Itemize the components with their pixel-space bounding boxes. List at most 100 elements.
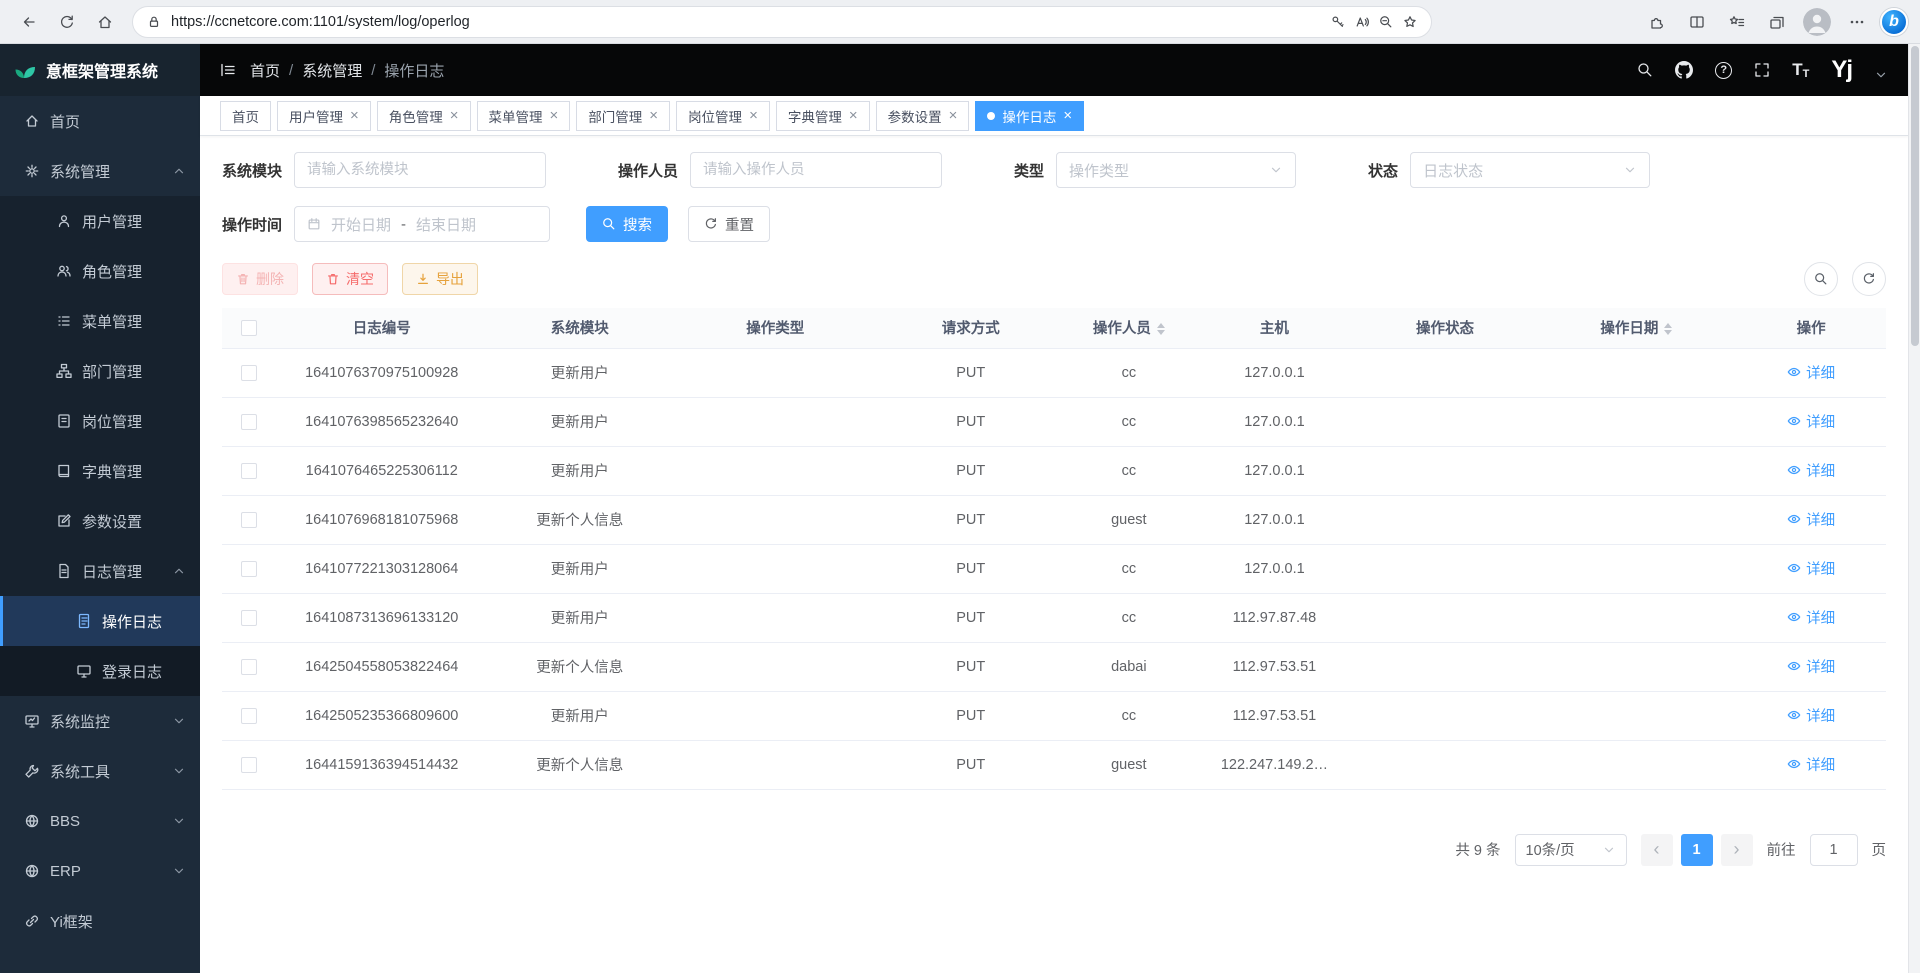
select-all-checkbox[interactable] bbox=[241, 320, 257, 336]
sidebar-item-system-management[interactable]: 系统管理 bbox=[0, 146, 200, 196]
reload-button[interactable] bbox=[50, 5, 84, 39]
close-icon[interactable]: × bbox=[949, 108, 958, 123]
row-checkbox[interactable] bbox=[241, 365, 257, 381]
close-icon[interactable]: × bbox=[849, 108, 858, 123]
row-checkbox[interactable] bbox=[241, 463, 257, 479]
sidebar-item-user-management[interactable]: 用户管理 bbox=[0, 196, 200, 246]
sidebar-item-home[interactable]: 首页 bbox=[0, 96, 200, 146]
address-bar[interactable]: https://ccnetcore.com:1101/system/log/op… bbox=[132, 6, 1432, 38]
tab-role-management[interactable]: 角色管理× bbox=[377, 101, 471, 131]
tab-dict-management[interactable]: 字典管理× bbox=[776, 101, 870, 131]
row-checkbox[interactable] bbox=[241, 414, 257, 430]
row-checkbox[interactable] bbox=[241, 561, 257, 577]
prev-page-button[interactable]: ‹ bbox=[1641, 834, 1673, 866]
window-scrollbar[interactable] bbox=[1908, 44, 1920, 973]
tab-post-management[interactable]: 岗位管理× bbox=[676, 101, 770, 131]
page-number-1[interactable]: 1 bbox=[1681, 834, 1713, 866]
reset-button[interactable]: 重置 bbox=[688, 206, 770, 242]
app-logo[interactable]: 意框架管理系统 bbox=[0, 44, 200, 96]
row-checkbox[interactable] bbox=[241, 659, 257, 675]
refresh-table-button[interactable] bbox=[1852, 262, 1886, 296]
detail-link[interactable]: 详细 bbox=[1787, 705, 1835, 726]
menu-fold-icon[interactable] bbox=[220, 62, 236, 78]
detail-link[interactable]: 详细 bbox=[1787, 509, 1835, 530]
goto-page-input[interactable] bbox=[1810, 834, 1858, 866]
operator-input[interactable] bbox=[690, 152, 942, 188]
fullscreen-icon[interactable] bbox=[1754, 62, 1770, 78]
detail-link[interactable]: 详细 bbox=[1787, 656, 1835, 677]
github-icon[interactable] bbox=[1675, 61, 1693, 79]
delete-button[interactable]: 删除 bbox=[222, 263, 298, 295]
module-input[interactable] bbox=[294, 152, 546, 188]
detail-link[interactable]: 详细 bbox=[1787, 607, 1835, 628]
sort-icons[interactable] bbox=[1157, 323, 1165, 335]
tab-param-settings[interactable]: 参数设置× bbox=[876, 101, 970, 131]
sidebar-item-system-tools[interactable]: 系统工具 bbox=[0, 746, 200, 796]
col-operator[interactable]: 操作人员 bbox=[1062, 308, 1195, 348]
settings-more-icon[interactable] bbox=[1840, 5, 1874, 39]
sidebar-item-system-monitor[interactable]: 系统监控 bbox=[0, 696, 200, 746]
detail-link[interactable]: 详细 bbox=[1787, 754, 1835, 775]
sidebar-item-department-management[interactable]: 部门管理 bbox=[0, 346, 200, 396]
breadcrumb-home[interactable]: 首页 bbox=[250, 60, 280, 81]
extensions-icon[interactable] bbox=[1640, 5, 1674, 39]
sidebar-item-operation-log[interactable]: 操作日志 bbox=[0, 596, 200, 646]
sidebar-item-menu-management[interactable]: 菜单管理 bbox=[0, 296, 200, 346]
toggle-search-button[interactable] bbox=[1804, 262, 1838, 296]
sort-icons[interactable] bbox=[1664, 323, 1672, 335]
collections-icon[interactable] bbox=[1760, 5, 1794, 39]
chevron-down-icon[interactable] bbox=[1874, 68, 1888, 82]
url-text[interactable]: https://ccnetcore.com:1101/system/log/op… bbox=[171, 14, 1321, 30]
profile-avatar[interactable] bbox=[1800, 5, 1834, 39]
copilot-bing-icon[interactable]: b bbox=[1880, 8, 1908, 36]
breadcrumb-system[interactable]: 系统管理 bbox=[302, 60, 362, 81]
sidebar-item-param-settings[interactable]: 参数设置 bbox=[0, 496, 200, 546]
tab-operation-log[interactable]: 操作日志× bbox=[975, 101, 1084, 131]
detail-link[interactable]: 详细 bbox=[1787, 362, 1835, 383]
sidebar-item-role-management[interactable]: 角色管理 bbox=[0, 246, 200, 296]
tab-user-management[interactable]: 用户管理× bbox=[277, 101, 371, 131]
search-icon[interactable] bbox=[1637, 62, 1653, 78]
tab-department-management[interactable]: 部门管理× bbox=[576, 101, 670, 131]
sidebar-item-login-log[interactable]: 登录日志 bbox=[0, 646, 200, 696]
home-button[interactable] bbox=[88, 5, 122, 39]
tab-menu-management[interactable]: 菜单管理× bbox=[477, 101, 571, 131]
sidebar-item-erp[interactable]: ERP bbox=[0, 846, 200, 896]
row-checkbox[interactable] bbox=[241, 708, 257, 724]
row-checkbox[interactable] bbox=[241, 512, 257, 528]
clear-button[interactable]: 清空 bbox=[312, 263, 388, 295]
favorites-bar-icon[interactable] bbox=[1720, 5, 1754, 39]
type-select[interactable]: 操作类型 bbox=[1056, 152, 1296, 188]
col-date[interactable]: 操作日期 bbox=[1537, 308, 1737, 348]
help-icon[interactable]: ? bbox=[1715, 62, 1732, 79]
search-button[interactable]: 搜索 bbox=[586, 206, 668, 242]
row-checkbox[interactable] bbox=[241, 610, 257, 626]
split-screen-icon[interactable] bbox=[1680, 5, 1714, 39]
close-icon[interactable]: × bbox=[350, 108, 359, 123]
tab-home[interactable]: 首页 bbox=[220, 101, 271, 131]
password-key-icon[interactable] bbox=[1331, 15, 1345, 29]
close-icon[interactable]: × bbox=[649, 108, 658, 123]
page-size-select[interactable]: 10条/页 bbox=[1515, 834, 1627, 866]
close-icon[interactable]: × bbox=[749, 108, 758, 123]
back-button[interactable] bbox=[12, 5, 46, 39]
read-aloud-icon[interactable] bbox=[1355, 15, 1369, 29]
status-select[interactable]: 日志状态 bbox=[1410, 152, 1650, 188]
close-icon[interactable]: × bbox=[1063, 108, 1072, 123]
sidebar-item-bbs[interactable]: BBS bbox=[0, 796, 200, 846]
row-checkbox[interactable] bbox=[241, 757, 257, 773]
add-favorite-star-icon[interactable] bbox=[1403, 15, 1417, 29]
detail-link[interactable]: 详细 bbox=[1787, 411, 1835, 432]
zoom-out-icon[interactable] bbox=[1379, 15, 1393, 29]
font-size-icon[interactable]: TT bbox=[1792, 60, 1809, 80]
close-icon[interactable]: × bbox=[450, 108, 459, 123]
scrollbar-thumb[interactable] bbox=[1911, 46, 1919, 346]
yi-logo[interactable]: Yj bbox=[1831, 58, 1852, 82]
sidebar-item-log-management[interactable]: 日志管理 bbox=[0, 546, 200, 596]
date-range-picker[interactable]: 开始日期 - 结束日期 bbox=[294, 206, 550, 242]
close-icon[interactable]: × bbox=[550, 108, 559, 123]
export-button[interactable]: 导出 bbox=[402, 263, 478, 295]
next-page-button[interactable]: › bbox=[1721, 834, 1753, 866]
detail-link[interactable]: 详细 bbox=[1787, 460, 1835, 481]
detail-link[interactable]: 详细 bbox=[1787, 558, 1835, 579]
